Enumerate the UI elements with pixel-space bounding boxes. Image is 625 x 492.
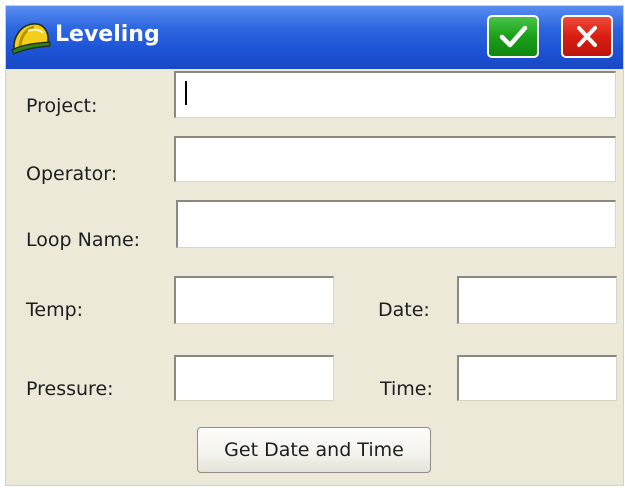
loop-name-input[interactable] (176, 200, 616, 248)
date-input[interactable] (457, 276, 617, 324)
title-bar: Leveling (6, 6, 623, 69)
time-input[interactable] (457, 355, 617, 401)
text-caret (185, 81, 187, 105)
operator-input[interactable] (174, 136, 616, 182)
leveling-dialog: Leveling Project: Operator: Loop Name: T… (5, 5, 624, 486)
window-title: Leveling (55, 22, 160, 47)
pressure-input[interactable] (174, 355, 334, 401)
project-input[interactable] (174, 71, 616, 118)
temp-input[interactable] (174, 276, 334, 324)
pressure-label: Pressure: (26, 378, 114, 400)
hard-hat-icon (11, 19, 51, 55)
close-button[interactable] (561, 15, 613, 58)
ok-button[interactable] (487, 15, 539, 58)
loop-name-label: Loop Name: (26, 229, 141, 251)
time-label: Time: (380, 378, 433, 400)
date-label: Date: (378, 299, 430, 321)
temp-label: Temp: (26, 299, 84, 321)
project-label: Project: (26, 95, 98, 117)
get-date-and-time-button[interactable]: Get Date and Time (197, 427, 431, 473)
operator-label: Operator: (26, 163, 118, 185)
